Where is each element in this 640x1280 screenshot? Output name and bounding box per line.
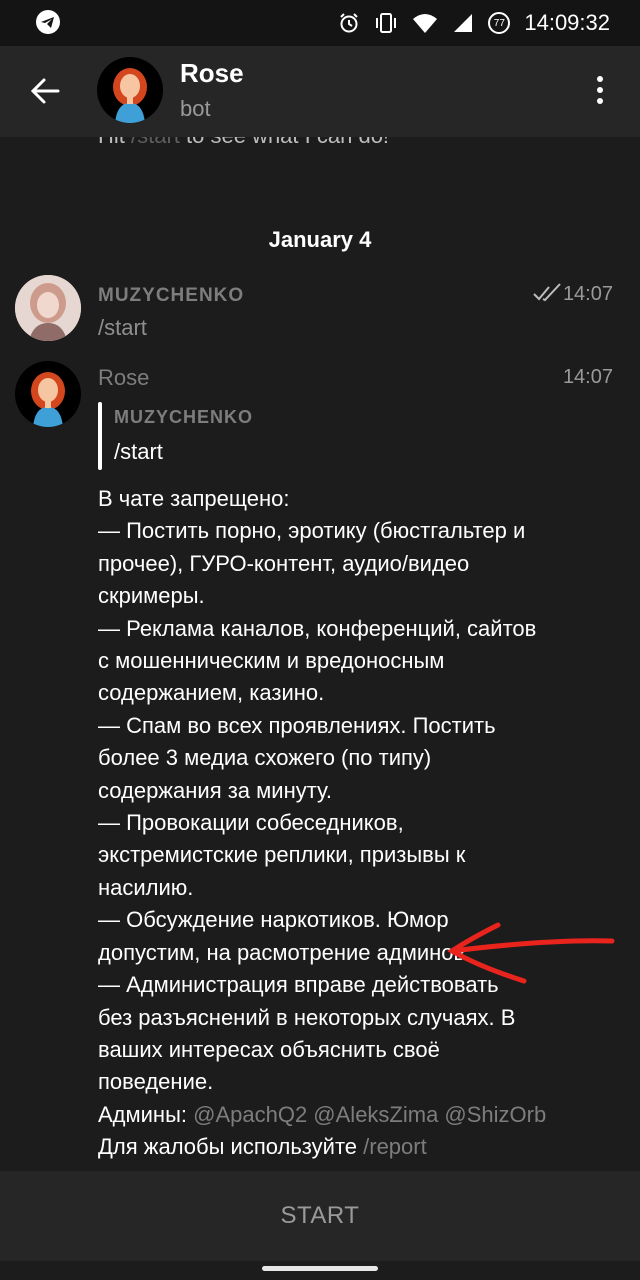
bottom-bar: START [0,1171,640,1261]
alarm-icon [340,13,359,33]
arrow-left-icon[interactable] [28,74,62,108]
message-line: более 3 медиа схожего (по типу) [98,745,432,771]
reply-sender[interactable]: MUZYCHENKO [114,407,253,428]
user-avatar[interactable] [15,275,81,341]
message-line: — Провокации собеседников, [98,810,404,836]
status-bar: 77 14:09:32 [0,0,640,46]
status-icons: 77 14:09:32 [338,0,610,46]
message-line: — Спам во всех проявлениях. Постить [98,712,496,738]
message-line: экстремистские реплики, призывы к [98,842,466,868]
message-line: содержанием, казино. [98,680,325,706]
message-line: — Постить порно, эротику (бюстгальтер и [98,518,526,544]
telegram-icon [36,10,60,34]
admins-line: Админы: @ApachQ2 @AleksZima @ShizOrb [98,1099,608,1131]
signal-icon [454,14,473,32]
complaint-line: Для жалобы используйте /report [98,1131,608,1163]
message-list[interactable]: Hit /start to see what I can do! January… [0,137,640,1171]
message-line: без разъяснений в некоторых случаях. В [98,1004,516,1030]
message-line: прочее), ГУРО-контент, аудио/видео [98,550,470,576]
message-line: содержания за минуту. [98,777,332,803]
message-line: скримеры. [98,583,205,609]
message-body: В чате запрещено: — Постить порно, эроти… [98,483,608,1164]
message-sender[interactable]: MUZYCHENKO [98,285,244,307]
message-sender[interactable]: Rose [98,365,149,391]
message-line: — Реклама каналов, конференций, сайтов [98,615,537,641]
reply-bar [98,402,102,470]
status-time: 14:09:32 [524,10,610,35]
bot-avatar[interactable] [15,361,81,427]
message-line: В чате запрещено: [98,486,290,511]
more-vertical-icon[interactable] [590,76,610,108]
message-time: 14:07 [562,283,613,305]
message-line: с мошенническим и вредоносным [98,648,445,674]
message-time: 14:07 [562,366,613,388]
vibrate-icon [376,13,397,33]
red-arrow-annotation [447,922,615,984]
chat-subtitle: bot [180,96,211,121]
message-line: ваших интересах объяснить своё [98,1036,440,1062]
message-line: поведение. [98,1069,214,1095]
chat-title: Rose [180,58,244,88]
message-text: /start [98,315,147,340]
previous-message-fragment: Hit /start to see what I can do! [98,137,389,149]
admins-mentions[interactable]: @ApachQ2 @AleksZima @ShizOrb [193,1102,546,1127]
chat-header: Rose bot [0,46,640,137]
reply-text: /start [114,439,163,464]
navigation-bar [0,1261,640,1280]
complaint-label: Для жалобы используйте [98,1134,364,1160]
wifi-icon [413,14,438,33]
home-handle[interactable] [262,1266,378,1271]
start-button[interactable]: START [281,1202,360,1230]
date-separator: January 4 [268,227,372,252]
double-check-icon [533,283,561,302]
report-command-link[interactable]: /report [363,1134,427,1159]
message-line: насилию. [98,874,194,900]
bot-avatar[interactable] [97,57,163,123]
battery-icon: 77 [488,12,511,34]
admins-label: Админы: [98,1101,194,1127]
